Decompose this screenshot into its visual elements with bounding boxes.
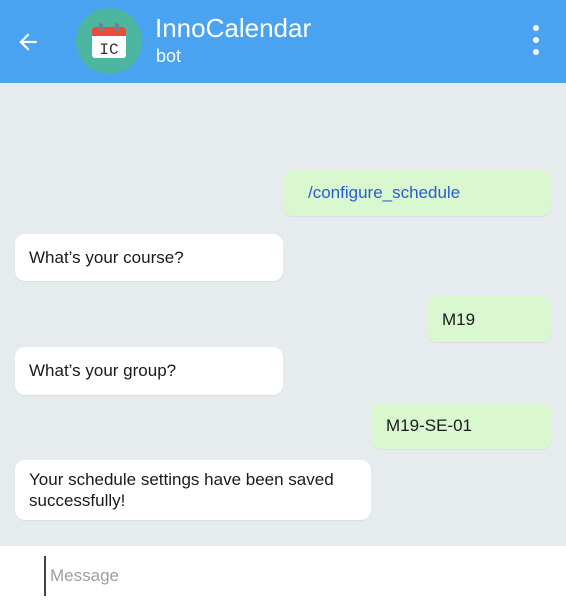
chat-subtitle: bot <box>156 46 182 66</box>
message-text: What’s your group? <box>29 361 177 380</box>
arrow-left-icon <box>19 33 37 51</box>
back-button[interactable] <box>10 24 46 60</box>
top-app-bar: IC InnoCalendar bot <box>0 0 566 83</box>
chat-title: InnoCalendar <box>155 13 312 43</box>
outgoing-message: M19 <box>427 296 551 342</box>
message-text: What’s your course? <box>29 248 184 267</box>
calendar-icon: IC <box>92 23 126 59</box>
incoming-message: Your schedule settings have been saved s… <box>15 460 371 520</box>
incoming-message: What’s your course? <box>15 234 283 281</box>
more-vertical-icon <box>533 25 539 31</box>
command-link[interactable]: /configure_schedule <box>308 183 460 202</box>
outgoing-message: /configure_schedule <box>283 170 551 216</box>
message-text: M19-SE-01 <box>386 416 472 435</box>
outgoing-message: M19-SE-01 <box>371 403 551 449</box>
message-text: M19 <box>442 310 476 329</box>
message-input[interactable] <box>44 556 530 596</box>
message-composer <box>0 546 566 609</box>
avatar[interactable]: IC <box>76 8 142 74</box>
incoming-message: What’s your group? <box>15 347 283 395</box>
avatar-label: IC <box>99 41 118 59</box>
more-menu-button[interactable] <box>522 20 550 60</box>
message-text: Your schedule settings have been saved s… <box>29 470 334 510</box>
